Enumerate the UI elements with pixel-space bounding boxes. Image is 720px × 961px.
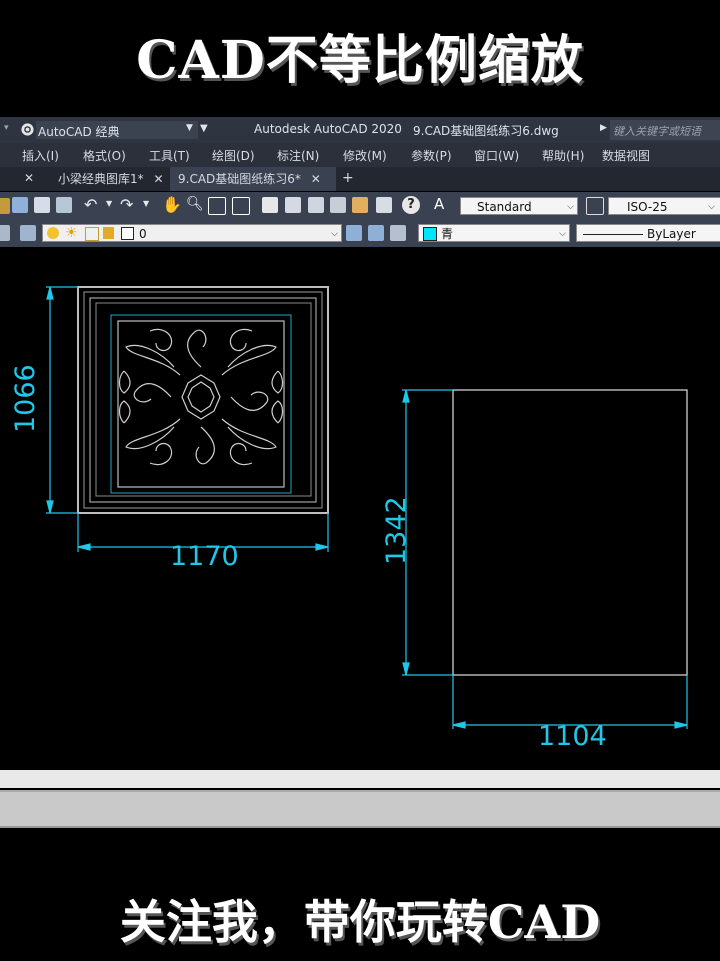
menu-insert[interactable]: 插入(I) (22, 147, 59, 164)
dimension-label: 1170 (170, 541, 239, 572)
ornament-panel (77, 286, 329, 514)
workspace-label: AutoCAD 经典 (38, 125, 120, 139)
linetype-select[interactable]: ByLayer (576, 224, 720, 242)
dim-style-icon (586, 197, 604, 215)
sheet-set-icon[interactable] (330, 197, 346, 213)
target-rectangle (452, 389, 688, 676)
close-icon[interactable]: ✕ (311, 172, 321, 186)
linetype-sample (583, 234, 643, 235)
pan-hand-icon[interactable]: ✋ (162, 195, 182, 214)
title-bar: ▾ AutoCAD 经典 ▼ ▼ Autodesk AutoCAD 2020 9… (0, 117, 720, 143)
help-icon[interactable]: ? (402, 196, 420, 214)
sun-icon: ☀ (65, 225, 78, 241)
dimension-label: 1342 (381, 496, 412, 565)
paste-icon[interactable] (12, 197, 28, 213)
menu-dimension[interactable]: 标注(N) (277, 147, 319, 164)
chevron-down-icon: ▼ (186, 123, 193, 133)
drawing-svg (46, 286, 688, 729)
viewport-freeze-icon (85, 227, 99, 241)
layer-value: 0 (139, 227, 147, 241)
video-title: CAD不等比例缩放 (136, 30, 584, 91)
layer-color-swatch (121, 227, 134, 240)
menu-format[interactable]: 格式(O) (83, 147, 126, 164)
markup-icon[interactable] (352, 197, 368, 213)
layer-previous-icon[interactable] (368, 225, 384, 241)
chevron-down-icon: ⌵ (567, 202, 574, 212)
chevron-right-icon[interactable]: ▶ (600, 123, 607, 133)
linetype-value: ByLayer (647, 227, 696, 241)
close-icon[interactable]: ✕ (24, 171, 34, 185)
tab-drawing[interactable]: 9.CAD基础图纸练习6* ✕ (170, 167, 336, 191)
menu-data-view[interactable]: 数据视图 (602, 147, 650, 164)
zoom-previous-icon[interactable] (232, 197, 250, 215)
search-placeholder: 键入关键字或短语 (613, 125, 701, 138)
menu-window[interactable]: 窗口(W) (474, 147, 519, 164)
file-name: 9.CAD基础图纸练习6.dwg (413, 124, 559, 138)
layout-tabs-strip (0, 770, 720, 788)
color-swatch (423, 227, 437, 241)
menu-draw[interactable]: 绘图(D) (212, 147, 255, 164)
gear-icon (20, 122, 35, 137)
print-icon[interactable] (34, 197, 50, 213)
undo-icon[interactable]: ↶ (84, 195, 97, 214)
search-input[interactable]: 键入关键字或短语 (610, 120, 720, 140)
menu-parametric[interactable]: 参数(P) (411, 147, 452, 164)
plot-preview-icon[interactable] (56, 197, 72, 213)
redo-icon[interactable]: ↷ (120, 195, 133, 214)
menu-bar: 插入(I) 格式(O) 工具(T) 绘图(D) 标注(N) 修改(M) 参数(P… (0, 143, 720, 167)
menu-modify[interactable]: 修改(M) (343, 147, 387, 164)
chevron-down-icon[interactable]: ▼ (143, 199, 149, 208)
zoom-window-icon[interactable] (208, 197, 226, 215)
chevron-down-icon[interactable]: ▼ (106, 199, 112, 208)
chevron-down-icon: ⌵ (708, 202, 715, 212)
layer-select[interactable]: ☀ 0 ⌵ (42, 224, 342, 242)
color-value: 青 (441, 227, 454, 241)
make-current-layer-icon[interactable] (346, 225, 362, 241)
zoom-realtime-icon[interactable]: 🔍︎ (186, 196, 204, 212)
layers-toolbar: ☀ 0 ⌵ 青 ⌵ ByLayer (0, 219, 720, 247)
dim-style-value: ISO-25 (627, 200, 668, 214)
close-icon[interactable]: ✕ (153, 172, 163, 186)
tool-palettes-icon[interactable] (308, 197, 324, 213)
drawing-canvas[interactable]: 1066 1170 1342 1104 (0, 247, 720, 770)
chevron-down-icon: ⌵ (559, 229, 566, 239)
text-style-select[interactable]: Standard ⌵ (460, 197, 578, 215)
workspace-dropdown[interactable]: AutoCAD 经典 ▼ (36, 121, 198, 139)
tab-label: 小梁经典图库1* (58, 172, 144, 186)
color-select[interactable]: 青 ⌵ (418, 224, 570, 242)
dimension-label: 1066 (10, 364, 41, 433)
calculator-icon[interactable] (376, 197, 392, 213)
layer-on-icon (47, 227, 59, 239)
lock-icon (103, 227, 114, 239)
new-tab-button[interactable]: + (342, 170, 354, 186)
layer-states-icon[interactable] (20, 225, 36, 241)
open-file-icon[interactable] (0, 198, 10, 214)
command-line[interactable] (0, 790, 720, 828)
tab-library[interactable]: 小梁经典图库1* ✕ (50, 167, 172, 191)
caret-icon: ▾ (4, 123, 9, 133)
dimension-label: 1104 (538, 721, 607, 752)
file-tab-bar: ✕ 小梁经典图库1* ✕ 9.CAD基础图纸练习6* ✕ + (0, 167, 720, 191)
menu-tools[interactable]: 工具(T) (149, 147, 190, 164)
menu-help[interactable]: 帮助(H) (542, 147, 584, 164)
properties-icon[interactable] (262, 197, 278, 213)
dim-style-select[interactable]: ISO-25 ⌵ (608, 197, 720, 215)
video-caption: 关注我，带你玩转CAD (119, 895, 601, 949)
tab-label: 9.CAD基础图纸练习6* (178, 172, 301, 186)
layer-isolate-icon[interactable] (390, 225, 406, 241)
text-style-icon: A (434, 195, 445, 213)
design-center-icon[interactable] (285, 197, 301, 213)
app-title: Autodesk AutoCAD 2020 (254, 122, 402, 136)
layer-manager-icon[interactable] (0, 225, 10, 241)
text-style-value: Standard (477, 200, 532, 214)
standard-toolbar: ↶ ▼ ↷ ▼ ✋ 🔍︎ ? A Standard ⌵ ISO-25 ⌵ (0, 192, 720, 219)
chevron-down-icon: ⌵ (331, 229, 338, 239)
quick-access-menu-icon[interactable]: ▼ (200, 123, 208, 134)
